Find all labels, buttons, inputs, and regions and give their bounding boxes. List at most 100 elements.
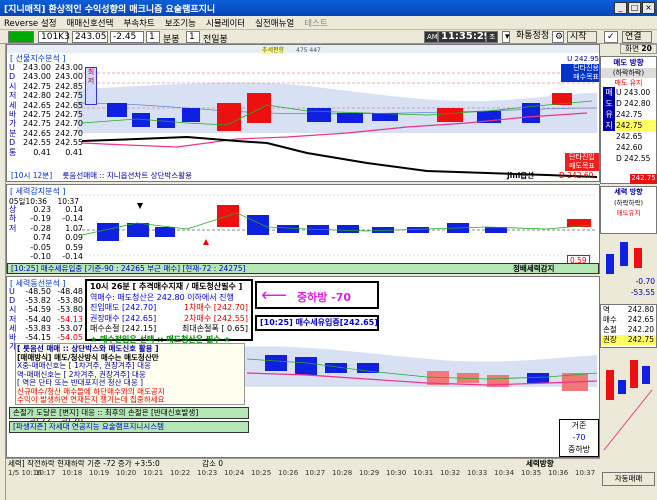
bot-key: 바 xyxy=(9,333,17,343)
tl-row: 시 242.75 242.85 xyxy=(9,82,85,91)
footer-d-value: D 242.60 xyxy=(559,171,594,180)
footer-time: [10시 12분] xyxy=(11,171,53,180)
menu-item-signal[interactable]: 매매신호선택 xyxy=(67,17,114,29)
tl-key: D xyxy=(9,72,16,82)
sell-direction-panel: 매도 방향 (하락하락) 매도 유지 매 도 유 지 U 243.00 D 24… xyxy=(600,56,657,184)
mid-row: 하 -0.19 -0.14 xyxy=(9,214,85,223)
level-label: 역 xyxy=(603,305,610,314)
bot-row: 시 -54.59 -53.80 xyxy=(9,305,85,314)
dropdown-icon[interactable]: ▾ xyxy=(502,31,510,43)
bot-row: U -48.50 -48.48 xyxy=(9,287,85,296)
minimize-button[interactable]: _ xyxy=(614,2,627,14)
status-green-icon xyxy=(8,31,34,43)
screen-num: 20 xyxy=(641,44,652,53)
force-direction-panel: 세력 방향 (하락하락) 매도유지 xyxy=(600,186,657,234)
time-tick: 10:18 xyxy=(62,469,83,477)
tl-a: 242.75 xyxy=(23,81,51,91)
menu-item-manual[interactable]: 실전매뉴얼 xyxy=(255,17,294,29)
window-title: [지니매직] 환상적인 수익성향의 매크니즘 요술램프지니 xyxy=(4,4,216,15)
level-row: 매수 242.65 xyxy=(601,315,656,325)
second-label: 초 xyxy=(486,31,498,43)
tl-row: 세 242.65 242.65 xyxy=(9,101,85,110)
menu-item-simulator[interactable]: 시뮬레이터 xyxy=(206,17,245,29)
start-button[interactable]: 시작 xyxy=(567,31,597,43)
menu-item-reverse[interactable]: Reverse 설정 xyxy=(4,17,57,29)
bot-row: 저 -54.40 -54.13 xyxy=(9,315,85,324)
bot-key: 저 xyxy=(9,314,17,324)
am-label: AM xyxy=(424,31,438,43)
minute-input[interactable]: 1 xyxy=(146,31,160,43)
sell-vals: U 243.00 D 242.80 242.75 242.75 242.65 2… xyxy=(616,87,656,164)
change-display: -2.45 xyxy=(110,31,144,43)
side-label-box: 최 저 xyxy=(85,67,97,105)
tl-row: 통 0.41 0.41 xyxy=(9,148,85,157)
code-input[interactable]: 101K3 xyxy=(38,31,70,43)
tl-key: 통 xyxy=(9,147,17,157)
close-button[interactable]: × xyxy=(642,2,655,14)
trend-label-box: ⟵ 중하방 -70 xyxy=(255,281,379,309)
bot-b: -54.13 xyxy=(57,314,83,324)
mid-key xyxy=(9,243,19,252)
bot-a: -53.83 xyxy=(25,323,51,333)
info-line2b: 1차매수 [242.70] xyxy=(184,303,248,312)
mid-key xyxy=(9,233,19,242)
time-tick: 10:22 xyxy=(170,469,191,477)
menu-item-subchart[interactable]: 부속차트 xyxy=(123,17,154,29)
tl-b: 242.65 xyxy=(55,100,83,110)
tl-key: 가 xyxy=(9,119,17,129)
menu-item-test[interactable]: 테스트 xyxy=(304,17,327,29)
time-tick: 10:36 xyxy=(548,469,569,477)
strategy-notes: [ 롯음선 매매 :: 상단박스와 매도신호 활용 ] [매매방식] 매도/청산… xyxy=(15,343,245,405)
mid-b: -0.14 xyxy=(62,214,83,224)
bottom-chart-panel: [ 세력동선분석 ] U -48.50 -48.48 D -53.82 -53.80 시 -5… xyxy=(6,276,600,458)
connect-button[interactable]: 연결 xyxy=(622,31,652,43)
time-tick: 10:25 xyxy=(251,469,272,477)
bot-a: -53.82 xyxy=(25,296,51,306)
check-icon[interactable]: ✓ xyxy=(604,31,618,43)
mid-b: 1.07 xyxy=(65,223,83,233)
mid-row: -0.05 0.59 xyxy=(9,243,85,252)
tl-b: 242.70 xyxy=(55,128,83,138)
auto-trade-button[interactable]: 자동매매 xyxy=(602,472,655,486)
tl-b: 0.41 xyxy=(65,147,83,157)
tl-b: 242.70 xyxy=(55,119,83,129)
mid-key: 상 xyxy=(9,205,17,214)
screen-label: 화면 xyxy=(625,44,639,53)
label-sell-target: 매도목표 xyxy=(569,162,595,170)
level-row: 손절 242.20 xyxy=(601,325,656,335)
note-7: 수익이 발생하면 연재든지 챙기는데 집중하세요 xyxy=(17,395,165,404)
menu-item-aux[interactable]: 보조기능 xyxy=(165,17,196,29)
rlv-1: -53.55 xyxy=(630,288,655,297)
level-row: 권장 242.75 xyxy=(601,335,656,345)
mid-chart-panel: [ 세력감지분석 ] 05일10:36 10:37 상 0.23 0.14 하 -0.1… xyxy=(6,184,600,274)
interval-input[interactable]: 1 xyxy=(186,31,200,43)
tl-b: 243.00 xyxy=(55,72,83,82)
tab-order-cancel[interactable]: 화통정정 xyxy=(514,31,550,43)
mid-bar-chart xyxy=(77,194,597,256)
right-column: 화면 20 매도 방향 (하락하락) 매도 유지 매 도 유 지 U 243.0… xyxy=(600,44,657,500)
bot-b: -54.05 xyxy=(57,333,83,343)
red-labels: 단타진입 매도목표 xyxy=(565,153,599,171)
tl-b: 242.75 xyxy=(55,110,83,120)
tl-b: 243.00 xyxy=(55,63,83,72)
mid-row: 0.74 0.09 xyxy=(9,233,85,242)
maximize-button[interactable]: □ xyxy=(628,2,641,14)
tl-row: D 243.00 243.00 xyxy=(9,72,85,81)
mid-a: -0.05 xyxy=(30,242,51,252)
mid-table: 상 0.23 0.14 하 -0.19 -0.14 저 -0.28 1.07 0.74 0.09 -0… xyxy=(9,205,85,261)
sv-0: U 243.00 xyxy=(616,88,651,97)
mid-row: 상 0.23 0.14 xyxy=(9,205,85,214)
settings-icon[interactable]: ⚙ xyxy=(552,31,564,43)
tl-a: 242.55 xyxy=(23,138,51,148)
sl-0: 매 xyxy=(605,88,613,97)
mid-key: 저 xyxy=(9,223,17,233)
sell-side-labels: 매 도 유 지 xyxy=(603,87,615,131)
bot-row: 바 -54.15 -54.05 xyxy=(9,333,85,342)
top-chart-panel: 추세편향 475 447 [ 선물지수분석 ] U 243.00 243.00 … xyxy=(6,44,600,182)
top-chart-footer: [10시 12분] 롯음선매매 :: 지니옵션차트 상단박스활용 Jini옵션 … xyxy=(7,171,599,181)
time-tick: 10:31 xyxy=(413,469,434,477)
bot-key: 세 xyxy=(9,323,17,333)
br-c: 중하방 xyxy=(567,445,591,454)
status-left: 세력] 작전하락 현재하락 기준 -72 증가 +3:5:0 xyxy=(8,459,160,468)
mid-sub: (하락하락) xyxy=(614,199,643,207)
